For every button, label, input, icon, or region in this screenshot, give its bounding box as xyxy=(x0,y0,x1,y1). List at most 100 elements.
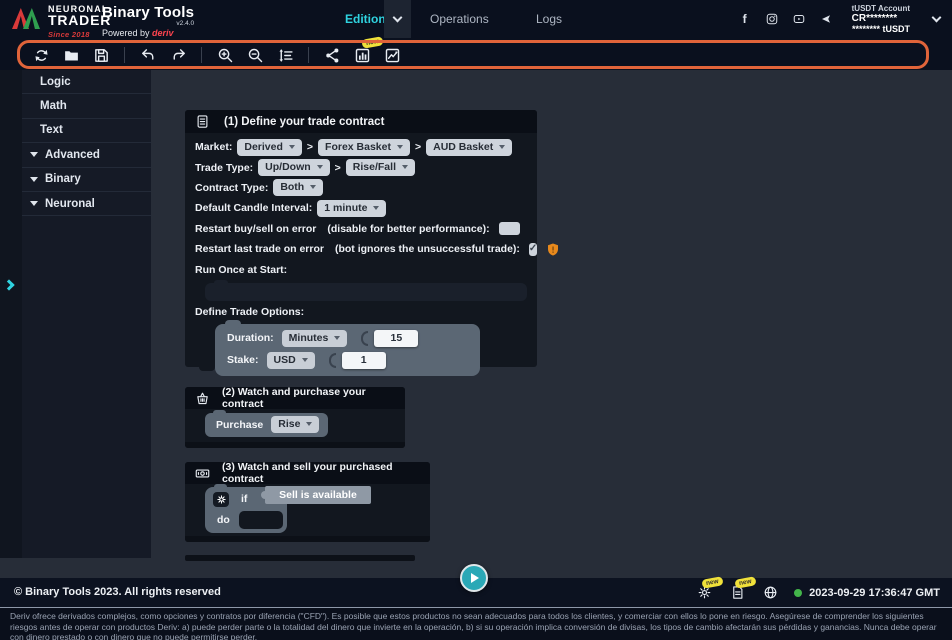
market-label: Market: xyxy=(195,141,232,153)
account-id: CR******** xyxy=(852,13,910,24)
run-once-statement-slot[interactable] xyxy=(205,283,527,301)
charts-icon[interactable]: new xyxy=(351,44,373,66)
duration-row: Duration: Minutes 15 xyxy=(227,330,480,347)
sidebar-item-neuronal[interactable]: Neuronal xyxy=(22,192,151,216)
block-body: if do Sell is available xyxy=(185,484,430,536)
value-socket xyxy=(361,331,368,346)
collapse-arrow-icon xyxy=(30,177,38,182)
zoom-out-icon[interactable] xyxy=(244,44,266,66)
zoom-in-icon[interactable] xyxy=(214,44,236,66)
duration-value-input[interactable]: 15 xyxy=(374,330,418,347)
instagram-icon[interactable] xyxy=(765,12,779,26)
restart-last-hint: (bot ignores the unsuccessful trade): xyxy=(335,243,520,255)
open-folder-icon[interactable] xyxy=(60,44,82,66)
dropdown-value: Derived xyxy=(244,141,283,153)
sidebar-item-text[interactable]: Text xyxy=(22,119,151,143)
stake-currency-dropdown[interactable]: USD xyxy=(267,352,315,369)
edition-menu-toggle[interactable] xyxy=(384,0,411,38)
sell-block[interactable]: (3) Watch and sell your purchased contra… xyxy=(185,462,430,542)
share-strategy-icon[interactable] xyxy=(321,44,343,66)
purchase-statement[interactable]: Purchase Rise xyxy=(205,413,328,437)
log-report-icon[interactable]: new xyxy=(728,584,746,602)
restart-buy-checkbox[interactable] xyxy=(499,222,520,235)
dropdown-value: Minutes xyxy=(289,332,329,344)
candle-interval-dropdown[interactable]: 1 minute xyxy=(317,200,386,217)
risk-disclaimer: Deriv ofrece derivados complejos, como o… xyxy=(0,607,952,640)
collapse-arrow-icon xyxy=(30,152,38,157)
trading-view-icon[interactable] xyxy=(381,44,403,66)
purchase-type-dropdown[interactable]: Rise xyxy=(271,416,319,433)
duration-unit-dropdown[interactable]: Minutes xyxy=(282,330,348,347)
sell-condition-block[interactable]: Sell is available xyxy=(265,486,371,504)
market-row: Market: Derived > Forex Basket > AUD Bas… xyxy=(195,137,537,157)
dropdown-value: 1 minute xyxy=(324,202,367,214)
youtube-icon[interactable] xyxy=(792,12,806,26)
toolbar-separator xyxy=(124,47,125,63)
trade-type-dropdown[interactable]: Rise/Fall xyxy=(346,159,415,176)
reset-icon[interactable] xyxy=(30,44,52,66)
undo-icon[interactable] xyxy=(137,44,159,66)
trade-category-dropdown[interactable]: Up/Down xyxy=(258,159,330,176)
basket-icon xyxy=(195,391,210,406)
run-once-row: Run Once at Start: xyxy=(195,259,537,279)
account-chevron-down-icon[interactable] xyxy=(932,12,942,22)
tab-operations[interactable]: Operations xyxy=(430,0,489,38)
toolbar-separator xyxy=(201,47,202,63)
candle-interval-row: Default Candle Interval: 1 minute xyxy=(195,198,537,218)
warning-shield-icon xyxy=(547,243,559,256)
chevron-down-icon xyxy=(393,12,403,22)
save-icon[interactable] xyxy=(90,44,112,66)
trade-options-block[interactable]: Duration: Minutes 15 Stake: USD 1 xyxy=(215,324,480,376)
new-badge: new xyxy=(702,576,724,588)
sidebar-item-label: Text xyxy=(40,124,63,136)
sidebar-item-logic[interactable]: Logic xyxy=(22,70,151,94)
submarket-dropdown[interactable]: Forex Basket xyxy=(318,139,410,156)
sidebar-item-math[interactable]: Math xyxy=(22,94,151,118)
sidebar-item-binary[interactable]: Binary xyxy=(22,168,151,192)
toolbar-separator xyxy=(308,47,309,63)
trade-options-label: Define Trade Options: xyxy=(195,303,537,321)
do-statement-slot[interactable] xyxy=(239,511,283,529)
dropdown-value: AUD Basket xyxy=(433,141,493,153)
header-right: f tUSDT Account CR******** ******** tUSD… xyxy=(738,0,940,38)
if-settings-gear-icon[interactable] xyxy=(213,492,229,507)
symbol-dropdown[interactable]: AUD Basket xyxy=(426,139,512,156)
redo-icon[interactable] xyxy=(167,44,189,66)
tab-logs[interactable]: Logs xyxy=(536,0,562,38)
breadcrumb-separator: > xyxy=(415,141,421,153)
trade-contract-block[interactable]: (1) Define your trade contract Market: D… xyxy=(185,110,537,367)
duration-label: Duration: xyxy=(227,332,274,344)
dropdown-value: Both xyxy=(280,181,304,193)
account-info[interactable]: tUSDT Account CR******** ******** tUSDT xyxy=(852,4,910,34)
block-header: (3) Watch and sell your purchased contra… xyxy=(185,462,430,484)
sidebar-item-advanced[interactable]: Advanced xyxy=(22,143,151,167)
product-name: Binary Tools xyxy=(102,6,194,20)
tab-edition[interactable]: Edition xyxy=(345,0,386,38)
block-categories-sidebar: Logic Math Text Advanced Binary Neuronal xyxy=(22,70,151,558)
dropdown-value: Forex Basket xyxy=(325,141,391,153)
online-status-icon xyxy=(794,589,802,597)
dropdown-value: Rise/Fall xyxy=(353,161,396,173)
trade-type-row: Trade Type: Up/Down > Rise/Fall xyxy=(195,157,537,177)
partial-block-edge[interactable] xyxy=(185,555,415,561)
settings-gear-icon[interactable]: new xyxy=(695,584,713,602)
contract-type-label: Contract Type: xyxy=(195,182,268,194)
expand-flyout-icon[interactable] xyxy=(3,279,14,290)
stake-value-input[interactable]: 1 xyxy=(342,352,386,369)
restart-buy-row: Restart buy/sell on error (disable for b… xyxy=(195,219,537,239)
breadcrumb-separator: > xyxy=(307,141,313,153)
contract-type-dropdown[interactable]: Both xyxy=(273,179,323,196)
stake-label: Stake: xyxy=(227,354,259,366)
account-type: tUSDT Account xyxy=(852,4,910,13)
facebook-icon[interactable]: f xyxy=(738,12,752,26)
purchase-block[interactable]: (2) Watch and purchase your contract Pur… xyxy=(185,387,405,448)
language-globe-icon[interactable] xyxy=(761,584,779,602)
rearrange-blocks-icon[interactable] xyxy=(274,44,296,66)
dropdown-value: USD xyxy=(274,354,296,366)
restart-last-checkbox[interactable]: ✓ xyxy=(529,243,537,256)
market-dropdown[interactable]: Derived xyxy=(237,139,302,156)
run-bot-button[interactable] xyxy=(460,564,488,592)
telegram-icon[interactable] xyxy=(819,12,833,26)
block-body: Market: Derived > Forex Basket > AUD Bas… xyxy=(185,133,537,376)
block-header: (1) Define your trade contract xyxy=(185,110,537,133)
